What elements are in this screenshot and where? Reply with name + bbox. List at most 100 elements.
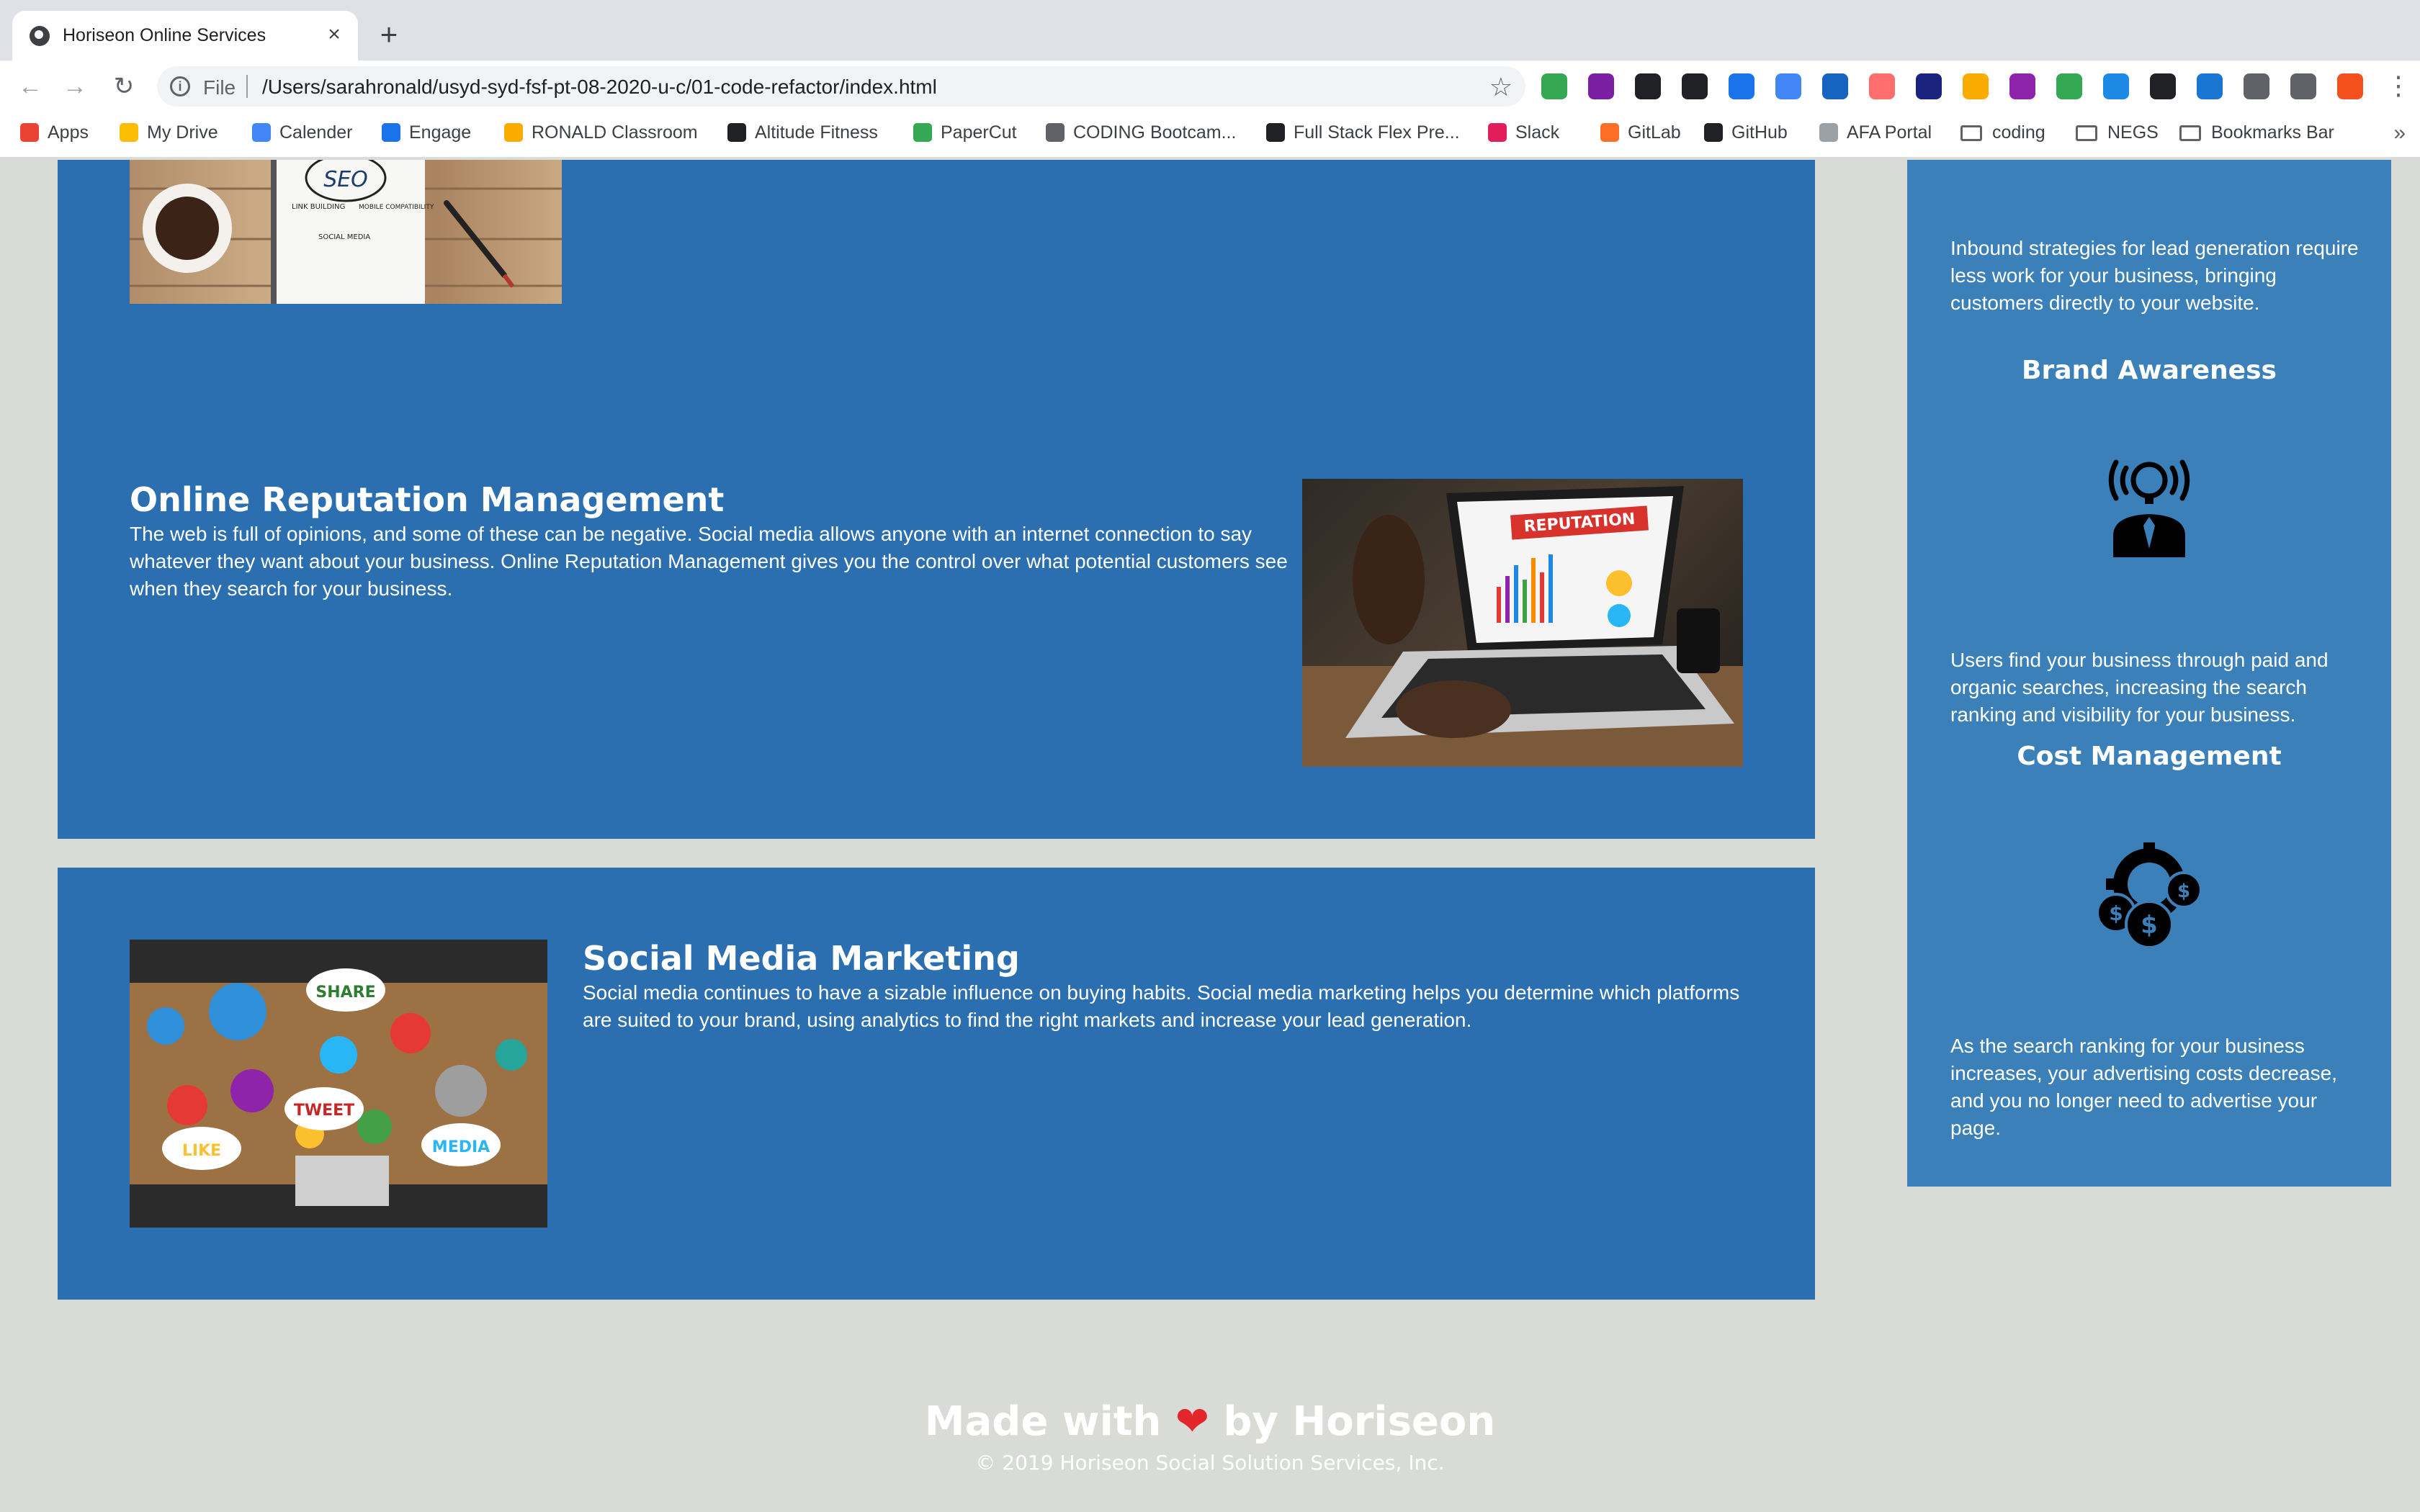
bookmark-15[interactable]: Bookmarks Bar	[2179, 122, 2334, 147]
folder-icon	[2179, 125, 2201, 141]
svg-text:$: $	[2109, 901, 2123, 925]
bookmark-8[interactable]: Full Stack Flex Pre...	[1266, 122, 1460, 147]
bookmark-4[interactable]: RONALD Classroom	[504, 122, 698, 147]
extension-icon[interactable]	[2056, 73, 2082, 99]
extension-icon[interactable]	[2244, 73, 2269, 99]
bookmark-label: RONALD Classroom	[532, 122, 698, 143]
url-text[interactable]: /Users/sarahronald/usyd-syd-fsf-pt-08-20…	[262, 76, 937, 99]
svg-text:$: $	[2177, 881, 2190, 902]
tab-title: Horiseon Online Services	[63, 25, 266, 45]
extension-icon[interactable]	[2337, 73, 2363, 99]
social-media-card: SHARE TWEET LIKE MEDIA Social Media Mark…	[58, 868, 1815, 1300]
cost-management-text: As the search ranking for your business …	[1950, 1035, 2337, 1139]
extension-icon[interactable]	[2290, 73, 2316, 99]
bookmark-label: Bookmarks Bar	[2211, 122, 2334, 143]
bookmark-label: coding	[1992, 122, 2045, 143]
extension-icon[interactable]	[1729, 73, 1754, 99]
bookmark-3[interactable]: Engage	[382, 122, 471, 147]
folder-icon	[1960, 125, 1982, 141]
tweet-bubble-text: TWEET	[294, 1102, 354, 1120]
bookmarks-bar: » Apps My Drive Calender Engage RONALD Class…	[0, 112, 2420, 158]
extensions-bar: ⋮	[1541, 71, 2413, 102]
bookmark-9[interactable]: Slack	[1488, 122, 1559, 147]
gitlab-icon	[1600, 123, 1619, 142]
book-icon	[1266, 123, 1285, 142]
heart-icon: ❤	[1175, 1398, 1209, 1445]
bookmark-label: Altitude Fitness	[755, 122, 878, 143]
footer-made-post: by Horiseon	[1223, 1398, 1496, 1445]
altitude-icon	[727, 123, 746, 142]
info-icon[interactable]: i	[170, 76, 190, 96]
bookmark-0[interactable]: Apps	[20, 122, 89, 147]
close-tab-icon[interactable]: ×	[322, 22, 346, 47]
extension-icon[interactable]	[1541, 73, 1567, 99]
bookmarks-overflow-button[interactable]: »	[2393, 121, 2406, 145]
reload-button[interactable]: ↻	[108, 71, 140, 102]
share-bubble-text: SHARE	[315, 984, 375, 1002]
extension-icon[interactable]	[1775, 73, 1801, 99]
slack-icon	[1488, 123, 1507, 142]
bookmark-14[interactable]: NEGS	[2076, 122, 2159, 147]
bookmark-11[interactable]: GitHub	[1704, 122, 1788, 147]
bookmark-label: CODING Bootcam...	[1073, 122, 1237, 143]
bookmark-label: My Drive	[147, 122, 218, 143]
bookmark-1[interactable]: My Drive	[120, 122, 218, 147]
page-viewport: SEO LINK BUILDING MOBILE COMPATIBILITY S…	[0, 160, 2420, 1512]
bookmark-label: Slack	[1515, 122, 1560, 143]
browser-tab-strip: Horiseon Online Services × +	[0, 0, 2420, 60]
globe-icon	[30, 26, 50, 46]
bookmark-label: Calender	[279, 122, 353, 143]
page-footer: Made with ❤ by Horiseon © 2019 Horiseon …	[0, 1397, 2420, 1477]
seo-image-text: MOBILE COMPATIBILITY	[359, 204, 434, 211]
extension-icon[interactable]	[2103, 73, 2129, 99]
browser-toolbar: ← → ↻ i File /Users/sarahronald/usyd-syd…	[0, 60, 2420, 112]
forward-button[interactable]: →	[59, 71, 91, 102]
extension-icon[interactable]	[1963, 73, 1989, 99]
cost-management-heading: Cost Management	[2017, 742, 2282, 771]
extension-icon[interactable]	[2009, 73, 2035, 99]
bookmark-5[interactable]: Altitude Fitness	[727, 122, 878, 147]
brand-awareness-text: Users find your business through paid an…	[1950, 649, 2329, 726]
bookmark-12[interactable]: AFA Portal	[1819, 122, 1932, 147]
bookmark-2[interactable]: Calender	[252, 122, 352, 147]
bookmark-label: Engage	[409, 122, 472, 143]
seo-image-text: LINK BUILDING	[292, 203, 345, 211]
svg-text:$: $	[2141, 911, 2158, 940]
seo-image-text: SEO	[323, 167, 368, 192]
new-tab-button[interactable]: +	[375, 19, 403, 50]
bookmark-label: PaperCut	[941, 122, 1017, 143]
bookmark-13[interactable]: coding	[1960, 122, 2045, 147]
bookmark-label: Full Stack Flex Pre...	[1294, 122, 1460, 143]
calendar-icon	[252, 123, 271, 142]
extension-icon[interactable]	[2150, 73, 2176, 99]
brand-awareness-icon	[2094, 448, 2204, 557]
bookmark-6[interactable]: PaperCut	[913, 122, 1017, 147]
extension-icon[interactable]	[1822, 73, 1848, 99]
url-separator	[246, 75, 248, 98]
address-bar[interactable]: i File /Users/sarahronald/usyd-syd-fsf-p…	[157, 66, 1525, 107]
seo-image-text: SOCIAL MEDIA	[318, 233, 370, 241]
bookmark-10[interactable]: GitLab	[1600, 122, 1681, 147]
extension-icon[interactable]	[1916, 73, 1942, 99]
url-scheme: File	[203, 76, 236, 99]
extension-icon[interactable]	[1588, 73, 1614, 99]
bookmark-label: Apps	[48, 122, 89, 143]
extension-icon[interactable]	[1682, 73, 1708, 99]
extension-icon[interactable]	[2197, 73, 2223, 99]
bookmark-star-icon[interactable]: ☆	[1489, 72, 1512, 102]
online-reputation-text: The web is full of opinions, and some of…	[130, 523, 1288, 600]
extension-icon[interactable]	[1869, 73, 1895, 99]
extension-icon[interactable]	[1635, 73, 1661, 99]
cost-management-icon: $ $ $	[2094, 840, 2204, 949]
browser-tab-active[interactable]: Horiseon Online Services ×	[12, 11, 358, 60]
footer-made-with: Made with ❤ by Horiseon	[0, 1397, 2420, 1447]
lead-generation-text: Inbound strategies for lead generation r…	[1950, 237, 2359, 314]
back-button[interactable]: ←	[14, 71, 46, 102]
browser-menu-icon[interactable]: ⋮	[2385, 71, 2411, 101]
bookmark-label: AFA Portal	[1847, 122, 1932, 143]
bookmark-7[interactable]: CODING Bootcam...	[1046, 122, 1236, 147]
folder-icon	[2076, 125, 2097, 141]
like-bubble-text: LIKE	[182, 1142, 221, 1160]
social-media-text: Social media continues to have a sizable…	[583, 981, 1740, 1031]
online-reputation-card: Online Reputation Management The web is …	[58, 407, 1815, 839]
